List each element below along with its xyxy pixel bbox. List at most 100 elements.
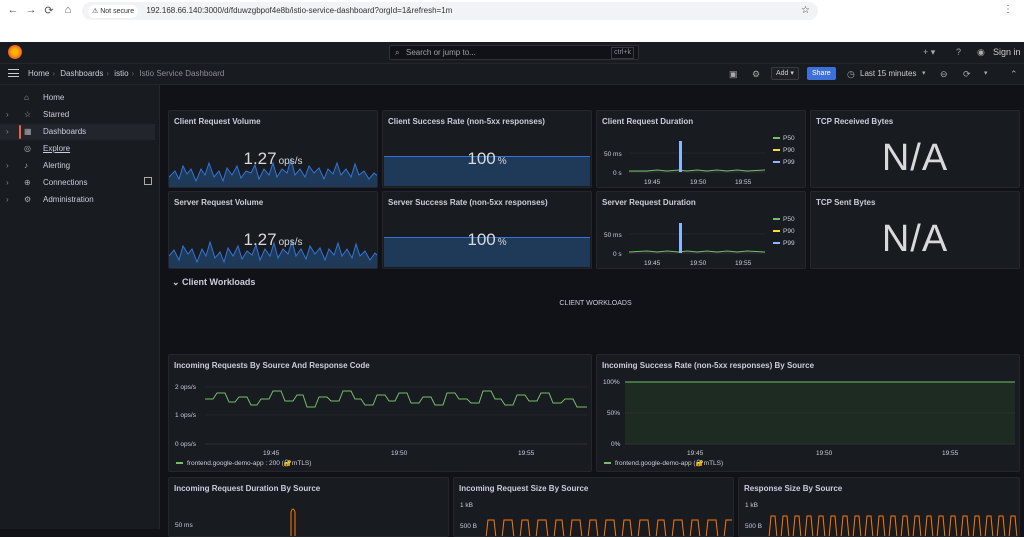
time-range-picker[interactable]: Last 15 minutes [860, 69, 916, 78]
duration-chart: 50 ms 0 s 19:45 19:50 19:55 P50 P90 P99 [604, 135, 795, 186]
y-tick: 50 ms [604, 232, 622, 239]
zoom-out-icon[interactable]: ⊖ [940, 69, 948, 80]
address-bar[interactable]: ⚠ Not secure 192.168.66.140:3000/d/fduwz… [82, 2, 818, 20]
breadcrumb-home[interactable]: Home [28, 69, 49, 78]
y-tick: 0 s [613, 170, 622, 177]
bookmark-star-icon[interactable]: ☆ [801, 2, 810, 20]
row-title-label: Client Workloads [182, 277, 256, 287]
reload-icon[interactable]: ⟳ [42, 4, 56, 18]
browser-chrome: ← → ⟳ ⌂ ⚠ Not secure 192.168.66.140:3000… [0, 0, 1024, 42]
stat-value: N/A [881, 137, 949, 179]
x-tick: 19:50 [391, 450, 408, 457]
sidebar-item-alerting[interactable]: › ♪ Alerting [0, 158, 155, 174]
legend-p99: P99 [783, 159, 795, 166]
not-secure-badge[interactable]: ⚠ Not secure [88, 5, 139, 18]
browser-menu-icon[interactable]: ⋮ [1003, 4, 1013, 15]
save-icon[interactable]: ▣ [729, 69, 738, 80]
panel-client-request-duration[interactable]: Client Request Duration 50 ms 0 s 19:45 … [596, 110, 806, 188]
sidebar-item-label: Alerting [43, 161, 71, 170]
chevron-right-icon[interactable]: › [6, 124, 9, 140]
sidebar-item-home[interactable]: ⌂ Home [0, 90, 155, 106]
panel-incoming-success-rate[interactable]: Incoming Success Rate (non-5xx responses… [596, 354, 1020, 472]
x-tick: 19:50 [690, 179, 707, 186]
sidebar-item-connections[interactable]: › ⊕ Connections [0, 175, 155, 191]
breadcrumb: Home › Dashboards › istio › Istio Service D… [28, 69, 225, 78]
star-icon: ☆ [24, 110, 32, 119]
x-tick: 19:50 [816, 450, 833, 457]
stat-unit: % [497, 156, 507, 167]
compass-icon: ◎ [24, 144, 31, 153]
breadcrumb-istio[interactable]: istio [114, 69, 128, 78]
y-tick: 2 ops/s [175, 384, 197, 391]
panel-tcp-received-bytes[interactable]: TCP Received Bytes N/A [810, 110, 1020, 188]
sidebar-item-label: Dashboards [43, 127, 87, 136]
search-input[interactable]: ⌕ Search or jump to... ctrl+k [389, 45, 639, 60]
sidebar-item-label: Connections [43, 178, 88, 187]
sidebar-item-dashboards[interactable]: › ▦ Dashboards [0, 124, 155, 140]
share-button[interactable]: Share [807, 67, 836, 80]
shortcut-hint: ctrl+k [611, 47, 634, 59]
chevron-right-icon[interactable]: › [6, 158, 9, 174]
x-tick: 19:55 [942, 450, 959, 457]
new-plus-icon[interactable]: + ▾ [923, 47, 935, 58]
breadcrumb-dashboards[interactable]: Dashboards [60, 69, 103, 78]
panel-title: Client Success Rate (non-5xx responses) [388, 117, 545, 126]
sidebar-item-administration[interactable]: › ⚙ Administration [0, 192, 155, 208]
url-text: 192.168.66.140:3000/d/fduwzgbpof4e8b/ist… [146, 6, 453, 15]
panel-incoming-request-size[interactable]: Incoming Request Size By Source 1 kB 500… [453, 477, 734, 537]
stat-number: 1.27 [243, 230, 277, 249]
panel-client-request-volume[interactable]: Client Request Volume 1.27 ops/s [168, 110, 378, 188]
share-label: Share [812, 70, 831, 77]
sidebar-item-starred[interactable]: › ☆ Starred [0, 107, 155, 123]
home-icon[interactable]: ⌂ [61, 4, 75, 18]
stat-value: N/A [881, 218, 949, 260]
panel-server-request-volume[interactable]: Server Request Volume 1.27 ops/s [168, 191, 378, 269]
y-tick: 1 ops/s [175, 412, 197, 419]
refresh-interval-chevron-icon[interactable]: ▾ [984, 69, 988, 77]
x-tick: 19:45 [263, 450, 280, 457]
stat-value: 100% [383, 149, 591, 169]
y-tick: 1 kB [460, 502, 473, 509]
legend-item[interactable]: frontend.google-demo-app : 200 (🔐mTLS) [176, 459, 311, 467]
legend-item[interactable]: frontend.google-demo-app (🔐mTLS) [604, 459, 723, 467]
rss-icon[interactable]: ◉ [977, 47, 985, 58]
chevron-right-icon[interactable]: › [6, 107, 9, 123]
panel-tcp-sent-bytes[interactable]: TCP Sent Bytes N/A [810, 191, 1020, 269]
sidebar-item-label: Starred [43, 110, 70, 119]
add-button[interactable]: Add ▾ [771, 67, 799, 80]
legend-p50: P50 [783, 135, 795, 142]
y-tick: 50 ms [604, 151, 622, 158]
search-placeholder: Search or jump to... [406, 48, 476, 57]
chevron-right-icon[interactable]: › [6, 192, 9, 208]
stat-unit: ops/s [278, 237, 303, 248]
legend-p99: P99 [783, 240, 795, 247]
legend-color-swatch [176, 462, 183, 465]
legend-color-swatch [604, 462, 611, 465]
panel-response-size[interactable]: Response Size By Source 1 kB 500 B [738, 477, 1020, 537]
panel-incoming-request-duration[interactable]: Incoming Request Duration By Source 50 m… [168, 477, 449, 537]
sign-in-link[interactable]: Sign in [993, 47, 1021, 57]
panel-server-request-duration[interactable]: Server Request Duration 50 ms 0 s 19:45 … [596, 191, 806, 269]
row-client-workloads[interactable]: ⌄ Client Workloads [172, 277, 255, 288]
stat-number: 1.27 [243, 149, 277, 168]
time-range-chevron-icon[interactable]: ▾ [922, 69, 926, 77]
stat-number: 100 [467, 149, 496, 168]
panel-client-success-rate[interactable]: Client Success Rate (non-5xx responses) … [382, 110, 592, 188]
panel-title: Server Success Rate (non-5xx responses) [388, 198, 548, 207]
panel-incoming-requests[interactable]: Incoming Requests By Source And Response… [168, 354, 592, 472]
y-tick: 1 kB [745, 502, 758, 509]
help-icon[interactable]: ? [956, 47, 961, 57]
menu-toggle-icon[interactable] [8, 69, 19, 77]
sidebar-item-explore[interactable]: ◎ Explore [0, 141, 155, 157]
forward-icon[interactable]: → [24, 4, 38, 18]
grafana-logo-icon[interactable] [8, 45, 22, 59]
legend-p90: P90 [783, 147, 795, 154]
back-icon[interactable]: ← [6, 4, 20, 18]
clock-icon[interactable]: ◷ [847, 69, 855, 80]
p99-spike [679, 223, 682, 253]
panel-server-success-rate[interactable]: Server Success Rate (non-5xx responses) … [382, 191, 592, 269]
settings-icon[interactable]: ⚙ [752, 69, 760, 80]
chevron-right-icon[interactable]: › [6, 175, 9, 191]
refresh-icon[interactable]: ⟳ [963, 69, 971, 80]
collapse-icon[interactable]: ⌃ [1010, 69, 1018, 80]
